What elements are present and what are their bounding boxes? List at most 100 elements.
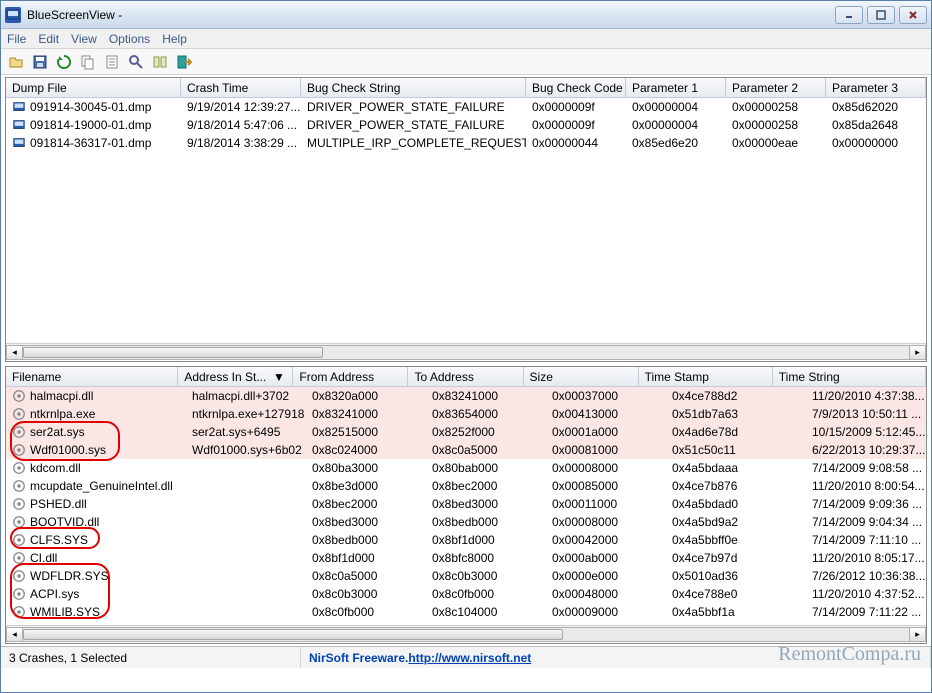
maximize-button[interactable] (867, 6, 895, 24)
cell-size: 0x0000e000 (546, 569, 666, 583)
column-header[interactable]: Dump File (6, 78, 181, 97)
column-header[interactable]: From Address (293, 367, 408, 386)
table-row[interactable]: WMILIB.SYS0x8c0fb0000x8c1040000x00009000… (6, 603, 926, 621)
menu-view[interactable]: View (71, 32, 97, 46)
table-row[interactable]: ser2at.sysser2at.sys+64950x825150000x825… (6, 423, 926, 441)
driver-icon (12, 479, 26, 493)
column-header[interactable]: Size (524, 367, 639, 386)
scroll-left-icon[interactable]: ◂ (6, 627, 23, 642)
refresh-icon[interactable] (55, 53, 73, 71)
column-header[interactable]: Bug Check Code (526, 78, 626, 97)
dump-icon (12, 136, 26, 150)
table-row[interactable]: ACPI.sys0x8c0b30000x8c0fb0000x000480000x… (6, 585, 926, 603)
cell-crash: 9/18/2014 3:38:29 ... (181, 136, 301, 150)
cell-size: 0x00081000 (546, 443, 666, 457)
cell-size: 0x00008000 (546, 461, 666, 475)
cell-to: 0x8c0b3000 (426, 569, 546, 583)
cell-tstr: 7/14/2009 9:04:34 ... (806, 515, 926, 529)
column-header[interactable]: Address In St... ▼ (178, 367, 293, 386)
crash-list-body[interactable]: 091914-30045-01.dmp9/19/2014 12:39:27...… (6, 98, 926, 343)
cell-from: 0x8c024000 (306, 443, 426, 457)
table-row[interactable]: halmacpi.dllhalmacpi.dll+37020x8320a0000… (6, 387, 926, 405)
table-row[interactable]: Wdf01000.sysWdf01000.sys+6b020x8c0240000… (6, 441, 926, 459)
driver-icon (12, 515, 26, 529)
table-row[interactable]: CLFS.SYS0x8bedb0000x8bf1d0000x000420000x… (6, 531, 926, 549)
column-header[interactable]: Time String (773, 367, 926, 386)
scroll-track[interactable] (23, 627, 909, 642)
driver-list-pane: FilenameAddress In St... ▼From AddressTo… (5, 366, 927, 644)
find-icon[interactable] (127, 53, 145, 71)
cell-size: 0x00413000 (546, 407, 666, 421)
column-header[interactable]: Crash Time (181, 78, 301, 97)
cell-tstr: 11/20/2010 4:37:52... (806, 587, 926, 601)
save-icon[interactable] (31, 53, 49, 71)
cell-ts: 0x4a5bdaaa (666, 461, 806, 475)
table-row[interactable]: PSHED.dll0x8bec20000x8bed30000x000110000… (6, 495, 926, 513)
open-icon[interactable] (7, 53, 25, 71)
column-header[interactable]: Parameter 2 (726, 78, 826, 97)
scroll-left-icon[interactable]: ◂ (6, 345, 23, 360)
menu-edit[interactable]: Edit (38, 32, 59, 46)
close-button[interactable] (899, 6, 927, 24)
cell-from: 0x8bed3000 (306, 515, 426, 529)
table-row[interactable]: 091914-30045-01.dmp9/19/2014 12:39:27...… (6, 98, 926, 116)
table-row[interactable]: WDFLDR.SYS0x8c0a50000x8c0b30000x0000e000… (6, 567, 926, 585)
cell-bug: MULTIPLE_IRP_COMPLETE_REQUESTS (301, 136, 526, 150)
titlebar[interactable]: BlueScreenView - (1, 1, 931, 29)
driver-list-hscroll[interactable]: ◂ ▸ (6, 625, 926, 642)
cell-tstr: 7/14/2009 7:11:22 ... (806, 605, 926, 619)
column-header[interactable]: Parameter 1 (626, 78, 726, 97)
app-icon (5, 7, 21, 23)
cell-p3: 0x00000000 (826, 136, 926, 150)
column-header[interactable]: To Address (408, 367, 523, 386)
cell-to: 0x83241000 (426, 389, 546, 403)
table-row[interactable]: 091814-36317-01.dmp9/18/2014 3:38:29 ...… (6, 134, 926, 152)
table-row[interactable]: kdcom.dll0x80ba30000x80bab0000x000080000… (6, 459, 926, 477)
crash-list-pane: Dump FileCrash TimeBug Check StringBug C… (5, 77, 927, 362)
cell-fn: WDFLDR.SYS (6, 569, 186, 584)
driver-icon (12, 587, 26, 601)
window-controls (835, 6, 927, 24)
props-icon[interactable] (103, 53, 121, 71)
driver-icon (12, 569, 26, 583)
options-icon[interactable] (151, 53, 169, 71)
table-row[interactable]: BOOTVID.dll0x8bed30000x8bedb0000x0000800… (6, 513, 926, 531)
column-header[interactable]: Bug Check String (301, 78, 526, 97)
cell-ts: 0x4ad6e78d (666, 425, 806, 439)
nirsoft-link[interactable]: http://www.nirsoft.net (408, 651, 531, 665)
scroll-right-icon[interactable]: ▸ (909, 627, 926, 642)
cell-addr: ser2at.sys+6495 (186, 425, 306, 439)
scroll-track[interactable] (23, 345, 909, 360)
cell-to: 0x8bedb000 (426, 515, 546, 529)
driver-list-body[interactable]: halmacpi.dllhalmacpi.dll+37020x8320a0000… (6, 387, 926, 625)
table-row[interactable]: 091814-19000-01.dmp9/18/2014 5:47:06 ...… (6, 116, 926, 134)
menu-help[interactable]: Help (162, 32, 187, 46)
crash-list-hscroll[interactable]: ◂ ▸ (6, 343, 926, 360)
driver-icon (12, 443, 26, 457)
menu-file[interactable]: File (7, 32, 26, 46)
crash-list-header: Dump FileCrash TimeBug Check StringBug C… (6, 78, 926, 98)
cell-size: 0x0001a000 (546, 425, 666, 439)
table-row[interactable]: CI.dll0x8bf1d0000x8bfc80000x000ab0000x4c… (6, 549, 926, 567)
scroll-thumb[interactable] (23, 629, 563, 640)
column-header[interactable]: Parameter 3 (826, 78, 926, 97)
copy-icon[interactable] (79, 53, 97, 71)
driver-icon (12, 407, 26, 421)
exit-icon[interactable] (175, 53, 193, 71)
table-row[interactable]: ntkrnlpa.exentkrnlpa.exe+1279180x8324100… (6, 405, 926, 423)
column-header[interactable]: Filename (6, 367, 178, 386)
cell-code: 0x0000009f (526, 118, 626, 132)
scroll-thumb[interactable] (23, 347, 323, 358)
minimize-button[interactable] (835, 6, 863, 24)
menu-options[interactable]: Options (109, 32, 150, 46)
cell-size: 0x00008000 (546, 515, 666, 529)
dump-icon (12, 118, 26, 132)
driver-icon (12, 425, 26, 439)
scroll-right-icon[interactable]: ▸ (909, 345, 926, 360)
column-header[interactable]: Time Stamp (639, 367, 773, 386)
cell-bug: DRIVER_POWER_STATE_FAILURE (301, 118, 526, 132)
cell-addr: halmacpi.dll+3702 (186, 389, 306, 403)
cell-bug: DRIVER_POWER_STATE_FAILURE (301, 100, 526, 114)
table-row[interactable]: mcupdate_GenuineIntel.dll0x8be3d0000x8be… (6, 477, 926, 495)
app-window: BlueScreenView - File Edit View Options … (0, 0, 932, 693)
